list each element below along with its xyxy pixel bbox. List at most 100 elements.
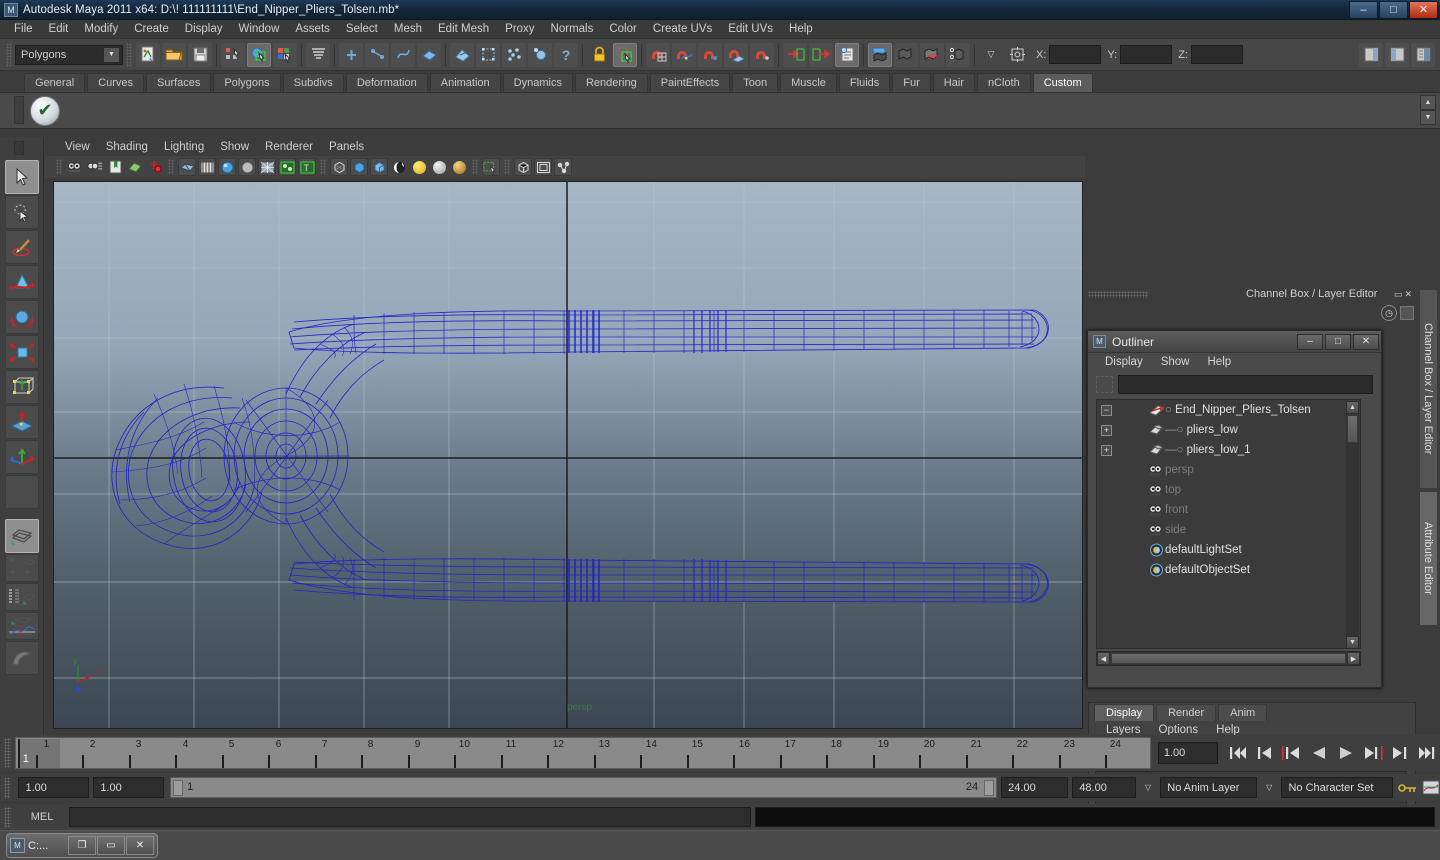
viewport-menu-show[interactable]: Show xyxy=(212,140,257,154)
outliner-minimize-button[interactable]: – xyxy=(1297,333,1323,350)
isolate-select-icon[interactable] xyxy=(482,158,500,176)
step-forward-keyframe-icon[interactable] xyxy=(1386,741,1413,765)
menu-edit-mesh[interactable]: Edit Mesh xyxy=(430,22,497,36)
selection-mode-dropdown[interactable]: Polygons ▼ xyxy=(15,44,123,65)
shelf-tab-general[interactable]: General xyxy=(24,73,86,92)
menu-create[interactable]: Create xyxy=(126,22,177,36)
grid-icon[interactable] xyxy=(514,158,532,176)
outliner-search-input[interactable] xyxy=(1118,374,1373,394)
menu-display[interactable]: Display xyxy=(177,22,231,36)
shelf-tab-muscle[interactable]: Muscle xyxy=(780,73,837,92)
channel-box-grid-icon[interactable] xyxy=(1400,306,1414,320)
smooth-shade-icon[interactable] xyxy=(198,158,216,176)
keyframe-icon[interactable] xyxy=(146,158,164,176)
shelf-tab-custom[interactable]: Custom xyxy=(1032,73,1093,92)
go-to-end-icon[interactable] xyxy=(1413,741,1440,765)
select-camera-icon[interactable] xyxy=(66,158,84,176)
tab-render[interactable]: Render xyxy=(1156,704,1217,721)
time-slider-grip[interactable] xyxy=(4,738,11,768)
outliner-scroll-up-icon[interactable]: ▲ xyxy=(1346,401,1359,414)
field-expand-chevron-icon[interactable]: ▽ xyxy=(979,43,1003,67)
outliner-row-side[interactable]: side xyxy=(1097,520,1360,540)
all-lights-icon[interactable] xyxy=(430,158,448,176)
playback-start-time-field[interactable]: 1.00 xyxy=(93,777,165,798)
outliner-hscroll-thumb[interactable] xyxy=(1111,653,1346,664)
viewport-toolbar-grip-3[interactable] xyxy=(320,159,326,175)
ipr-render-icon[interactable] xyxy=(894,42,918,67)
coord-z-input[interactable] xyxy=(1190,45,1243,64)
search-icon[interactable] xyxy=(1096,375,1113,393)
outliner-menu-display[interactable]: Display xyxy=(1096,356,1152,368)
bookmark-icon[interactable] xyxy=(106,158,124,176)
shelf-tab-surfaces[interactable]: Surfaces xyxy=(145,73,212,92)
animation-start-time-field[interactable]: 1.00 xyxy=(18,777,90,798)
viewport-menu-view[interactable]: View xyxy=(57,140,98,154)
toolbox-grip[interactable] xyxy=(14,141,24,155)
open-scene-icon[interactable] xyxy=(162,42,186,67)
perspective-viewport[interactable]: y x persp xyxy=(53,181,1083,729)
anim-layer-chevron-down-icon[interactable]: ▽ xyxy=(1138,778,1158,797)
channel-box-grip[interactable] xyxy=(1088,290,1148,298)
range-slider-bar[interactable]: 1 24 xyxy=(170,777,998,798)
chevron-down-icon[interactable]: ▼ xyxy=(103,46,120,63)
construction-history-icon[interactable] xyxy=(835,42,859,67)
mask-deformation-icon[interactable] xyxy=(450,42,474,67)
outliner-row-pliers-low[interactable]: + —○ pliers_low xyxy=(1097,420,1360,440)
command-line-grip[interactable] xyxy=(4,807,11,827)
menu-modify[interactable]: Modify xyxy=(76,22,126,36)
mask-particle-icon[interactable] xyxy=(502,42,526,67)
outliner-row-defaultlightset[interactable]: defaultLightSet xyxy=(1097,540,1360,560)
shelf-tab-rendering[interactable]: Rendering xyxy=(574,73,648,92)
step-back-keyframe-icon[interactable] xyxy=(1251,741,1278,765)
shelf-tab-dynamics[interactable]: Dynamics xyxy=(502,73,573,92)
four-view-layout[interactable] xyxy=(4,554,39,582)
viewport-menu-lighting[interactable]: Lighting xyxy=(156,140,212,154)
menu-color[interactable]: Color xyxy=(601,22,644,36)
flat-shade-icon[interactable] xyxy=(238,158,256,176)
universal-manipulator-tool[interactable] xyxy=(4,370,39,404)
outliner-row-front[interactable]: front xyxy=(1097,500,1360,520)
single-perspective-view-layout[interactable] xyxy=(4,519,39,553)
shelf-tab-curves[interactable]: Curves xyxy=(87,73,144,92)
close-button[interactable]: ✕ xyxy=(1409,0,1438,19)
outliner-scroll-thumb[interactable] xyxy=(1347,415,1358,443)
shelf-grip[interactable] xyxy=(14,96,24,124)
outliner-close-button[interactable]: ✕ xyxy=(1353,333,1379,350)
outliner-tree[interactable]: − ○ End_Nipper_Pliers_Tolsen + —○ pliers… xyxy=(1096,399,1361,649)
shadows-icon[interactable] xyxy=(390,158,408,176)
range-slider-grip[interactable] xyxy=(4,776,11,799)
outliner-window[interactable]: M Outliner – □ ✕ Display Show Help − ○ E… xyxy=(1087,330,1382,688)
mask-edge-icon[interactable] xyxy=(365,42,389,67)
outliner-hscroll-right-icon[interactable]: ▶ xyxy=(1347,652,1360,665)
shaded-icon[interactable] xyxy=(218,158,236,176)
menu-help[interactable]: Help xyxy=(781,22,821,36)
auto-keyframe-icon[interactable] xyxy=(1398,781,1418,795)
soft-modification-tool[interactable] xyxy=(4,405,39,439)
select-tool[interactable] xyxy=(4,160,39,194)
shelf-scroll-arrows[interactable]: ▲ ▼ xyxy=(1420,95,1436,125)
image-plane-icon[interactable] xyxy=(126,158,144,176)
check-mark-shelf-icon[interactable]: ✔ xyxy=(30,95,60,126)
shelf-tab-subdivs[interactable]: Subdivs xyxy=(282,73,344,92)
save-scene-icon[interactable] xyxy=(188,42,212,67)
select-by-object-icon[interactable] xyxy=(247,42,271,67)
xray-joints-icon[interactable] xyxy=(350,158,368,176)
expander-expand-icon[interactable]: + xyxy=(1101,424,1112,436)
anim-layer-field[interactable]: No Anim Layer xyxy=(1160,777,1257,798)
smooth-preview-icon[interactable] xyxy=(554,158,572,176)
outliner-scroll-down-icon[interactable]: ▼ xyxy=(1346,636,1359,648)
current-time-field[interactable]: 1.00 xyxy=(1157,742,1218,764)
channel-box-close-icon[interactable]: ✕ xyxy=(1404,289,1412,300)
statusline-grip[interactable] xyxy=(6,42,12,67)
expander-collapse-icon[interactable]: − xyxy=(1101,404,1112,416)
texture-icon[interactable] xyxy=(278,158,296,176)
render-region-icon[interactable]: IPR xyxy=(920,42,944,67)
menu-select[interactable]: Select xyxy=(338,22,386,36)
channel-box-minimize-icon[interactable]: ▭ xyxy=(1394,289,1403,300)
group-grip-1[interactable] xyxy=(126,42,132,67)
move-tool[interactable] xyxy=(4,265,39,299)
expander-expand-icon[interactable]: + xyxy=(1101,444,1112,456)
shelf-tab-deformation[interactable]: Deformation xyxy=(345,73,428,92)
range-start-handle[interactable] xyxy=(173,780,184,796)
select-by-component-icon[interactable] xyxy=(273,42,297,67)
